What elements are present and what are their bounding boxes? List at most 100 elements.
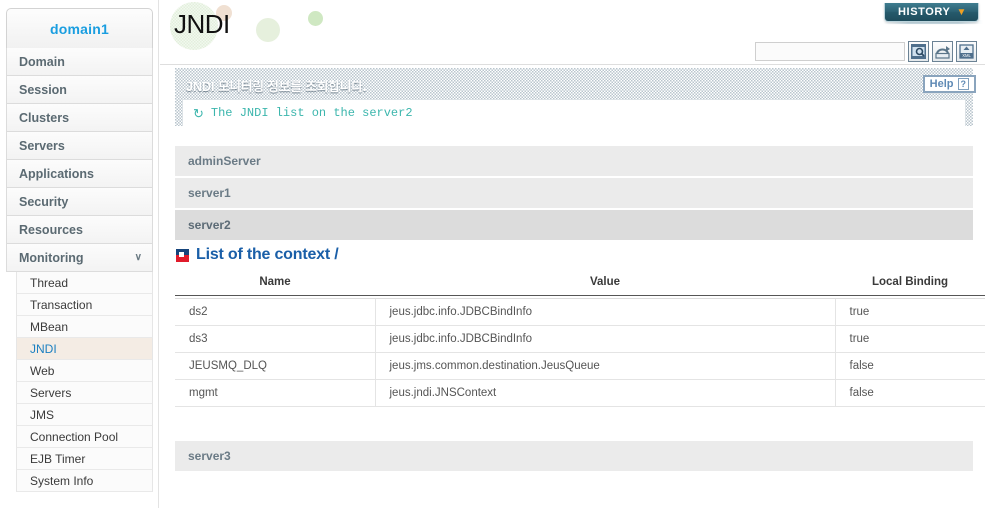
sidebar-subitem-system-info[interactable]: System Info bbox=[16, 470, 153, 492]
refresh-export-icon bbox=[935, 46, 950, 59]
main-content: JNDI HISTORY ▼ XML JNDI 모니터링 정보를 조회합니다. … bbox=[160, 0, 985, 508]
notice-body: ↻ The JNDI list on the server2 bbox=[183, 100, 965, 126]
cell-name: JEUSMQ_DLQ bbox=[175, 352, 376, 380]
sidebar-subitem-label: Servers bbox=[30, 386, 72, 400]
table-row[interactable]: JEUSMQ_DLQ jeus.jms.common.destination.Je… bbox=[175, 352, 985, 380]
sidebar-subitem-servers[interactable]: Servers bbox=[16, 382, 153, 404]
cell-value: jeus.jdbc.info.JDBCBindInfo bbox=[375, 325, 836, 353]
context-section-title: List of the context / bbox=[196, 246, 339, 263]
column-header-local-binding[interactable]: Local Binding bbox=[835, 271, 985, 296]
sidebar-item-monitoring[interactable]: Monitoring ∨ bbox=[6, 244, 153, 272]
section-marker-icon bbox=[176, 248, 189, 262]
context-table: Name Value Local Binding ds2 jeus.jdbc.in… bbox=[175, 271, 985, 407]
sidebar-item-security[interactable]: Security bbox=[6, 188, 153, 216]
context-table-header-row: Name Value Local Binding bbox=[175, 271, 985, 296]
sidebar-subitem-label: JNDI bbox=[30, 342, 57, 356]
context-section: List of the context / Name Value Local B… bbox=[175, 246, 985, 407]
server-row-label: server3 bbox=[188, 449, 231, 463]
history-label: HISTORY bbox=[898, 5, 951, 18]
cell-name: mgmt bbox=[175, 379, 376, 407]
server-row-server3[interactable]: server3 bbox=[175, 441, 973, 472]
sidebar-item-domain[interactable]: Domain bbox=[6, 48, 153, 76]
cell-local-binding: false bbox=[835, 379, 985, 407]
context-section-header: List of the context / bbox=[175, 246, 985, 264]
sidebar-subitem-label: Web bbox=[30, 364, 55, 378]
sidebar: domain1 Domain Session Clusters Servers Appl… bbox=[0, 0, 159, 508]
sidebar-item-applications[interactable]: Applications bbox=[6, 160, 153, 188]
search-input[interactable] bbox=[755, 42, 905, 61]
server-row-label: server1 bbox=[188, 186, 231, 200]
decor-circle-small-icon bbox=[308, 11, 323, 26]
context-table-head: Name Value Local Binding bbox=[175, 271, 985, 299]
sidebar-item-servers[interactable]: Servers bbox=[6, 132, 153, 160]
server-row-adminServer[interactable]: adminServer bbox=[175, 146, 973, 177]
refresh-export-button[interactable] bbox=[932, 41, 953, 62]
sidebar-subitem-label: Transaction bbox=[30, 298, 93, 312]
sidebar-subitem-label: Thread bbox=[30, 276, 69, 290]
cell-local-binding: true bbox=[835, 325, 985, 353]
sidebar-item-resources[interactable]: Resources bbox=[6, 216, 153, 244]
sidebar-subitem-transaction[interactable]: Transaction bbox=[16, 294, 153, 316]
help-label: Help bbox=[929, 78, 954, 90]
sidebar-item-label: Applications bbox=[19, 167, 95, 181]
sidebar-item-session[interactable]: Session bbox=[6, 76, 153, 104]
sidebar-subitem-web[interactable]: Web bbox=[16, 360, 153, 382]
sidebar-subitem-jms[interactable]: JMS bbox=[16, 404, 153, 426]
table-row[interactable]: mgmt jeus.jndi.JNSContext false bbox=[175, 379, 985, 407]
domain-selector[interactable]: domain1 bbox=[6, 8, 153, 49]
sidebar-item-label: Session bbox=[19, 83, 67, 97]
page-header: JNDI HISTORY ▼ XML bbox=[160, 0, 985, 65]
sidebar-item-label: Monitoring bbox=[19, 251, 84, 265]
cell-value: jeus.jdbc.info.JDBCBindInfo bbox=[375, 298, 836, 326]
server-row-label: adminServer bbox=[188, 154, 261, 168]
sidebar-subitem-label: MBean bbox=[30, 320, 69, 334]
server-row-server2[interactable]: server2 bbox=[175, 210, 973, 241]
xml-export-icon: XML bbox=[959, 44, 974, 59]
column-header-name[interactable]: Name bbox=[175, 271, 375, 296]
sidebar-item-label: Security bbox=[19, 195, 69, 209]
chevron-down-icon: ▼ bbox=[956, 6, 967, 18]
search-row: XML bbox=[755, 41, 977, 62]
sidebar-subitem-label: System Info bbox=[30, 474, 94, 488]
help-button[interactable]: Help ? bbox=[922, 75, 976, 93]
sidebar-subitem-label: JMS bbox=[30, 408, 54, 422]
sidebar-subitem-ejb-timer[interactable]: EJB Timer bbox=[16, 448, 153, 470]
notice-panel: JNDI 모니터링 정보를 조회합니다. ↻ The JNDI list on … bbox=[175, 68, 973, 126]
cell-name: ds3 bbox=[175, 325, 376, 353]
server-row-label: server2 bbox=[188, 218, 231, 232]
sidebar-subitem-thread[interactable]: Thread bbox=[16, 272, 153, 294]
cell-local-binding: true bbox=[835, 298, 985, 326]
table-row[interactable]: ds3 jeus.jdbc.info.JDBCBindInfo true bbox=[175, 325, 985, 353]
svg-text:XML: XML bbox=[962, 53, 971, 58]
xml-export-button[interactable]: XML bbox=[956, 41, 977, 62]
sidebar-nav: Domain Session Clusters Servers Applications… bbox=[6, 48, 153, 492]
sidebar-item-label: Domain bbox=[19, 55, 65, 69]
sidebar-subitem-connection-pool[interactable]: Connection Pool bbox=[16, 426, 153, 448]
column-header-value[interactable]: Value bbox=[375, 271, 835, 296]
cell-value: jeus.jms.common.destination.JeusQueue bbox=[375, 352, 836, 380]
history-button[interactable]: HISTORY ▼ bbox=[884, 3, 979, 22]
decor-circle-medium-icon bbox=[256, 18, 280, 42]
sidebar-item-clusters[interactable]: Clusters bbox=[6, 104, 153, 132]
domain-label: domain1 bbox=[50, 20, 109, 37]
server-row-server1[interactable]: server1 bbox=[175, 178, 973, 209]
cell-value: jeus.jndi.JNSContext bbox=[375, 379, 836, 407]
sidebar-subitem-label: EJB Timer bbox=[30, 452, 86, 466]
cell-local-binding: false bbox=[835, 352, 985, 380]
page-title: JNDI bbox=[174, 9, 230, 39]
jeus-admin-console: domain1 Domain Session Clusters Servers Appl… bbox=[0, 0, 985, 508]
notice-message: The JNDI list on the server2 bbox=[210, 106, 413, 120]
table-row[interactable]: ds2 jeus.jdbc.info.JDBCBindInfo true bbox=[175, 298, 985, 326]
refresh-icon: ↻ bbox=[193, 105, 204, 121]
sidebar-subitem-label: Connection Pool bbox=[30, 430, 119, 444]
cell-name: ds2 bbox=[175, 298, 376, 326]
context-table-body: ds2 jeus.jdbc.info.JDBCBindInfo true ds3 jeu… bbox=[175, 298, 985, 407]
sidebar-subnav: Thread Transaction MBean JNDI Web Servers JMS C… bbox=[16, 272, 153, 492]
sidebar-item-label: Servers bbox=[19, 139, 65, 153]
sidebar-subitem-jndi[interactable]: JNDI bbox=[16, 338, 153, 360]
notice-title: JNDI 모니터링 정보를 조회합니다. bbox=[186, 80, 367, 94]
search-button[interactable] bbox=[908, 41, 929, 62]
search-icon bbox=[911, 44, 926, 59]
sidebar-item-label: Resources bbox=[19, 223, 83, 237]
sidebar-subitem-mbean[interactable]: MBean bbox=[16, 316, 153, 338]
